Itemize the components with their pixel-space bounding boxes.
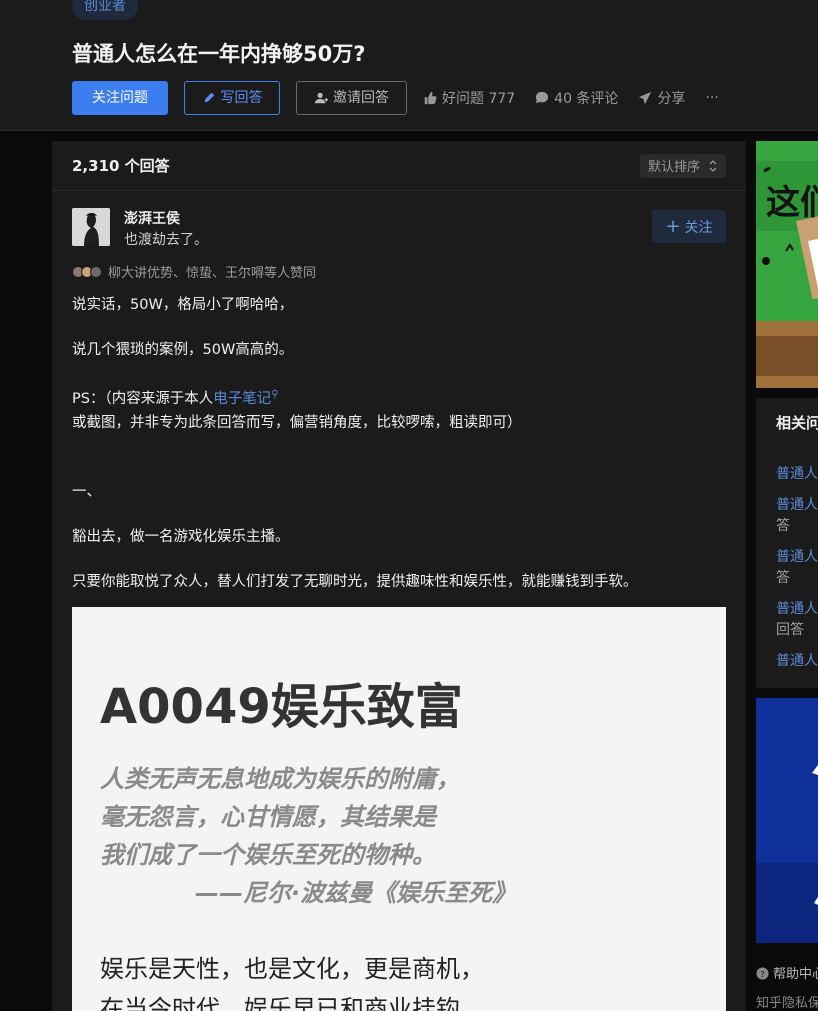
share-label: 分享: [657, 91, 686, 107]
sort-label: 默认排序: [647, 160, 700, 175]
ad-headline: 这们: [766, 183, 818, 223]
related-question-link[interactable]: 普通人 回答: [776, 599, 818, 641]
invite-answer-button[interactable]: 邀请回答: [296, 81, 407, 115]
avatar[interactable]: [72, 208, 110, 246]
voters-row[interactable]: 柳大讲优势、惊蛰、王尔嘚等人赞同: [72, 262, 316, 281]
related-label: 普通人: [776, 497, 818, 513]
related-label: 普通人: [776, 466, 818, 482]
voter-avatars: [72, 265, 102, 278]
write-answer-button[interactable]: 写回答: [184, 81, 280, 115]
question-header: 创业者 普通人怎么在一年内挣够50万? 关注问题 写回答 邀请回答 好问题 77…: [0, 0, 818, 131]
sidebar-ad-banner[interactable]: 这们: [756, 141, 818, 388]
body-line: 在当今时代，娱乐早已和商业挂钩，: [100, 995, 484, 1011]
related-label: 普通人: [776, 601, 818, 617]
quote-line: 人类无声无息地成为娱乐的附庸，: [100, 765, 460, 793]
promo-illustration: [756, 698, 818, 943]
svg-text:?: ?: [760, 969, 764, 979]
answer-author: 澎湃王侯 也渡劫去了。 + 关注: [72, 208, 726, 248]
answer-image[interactable]: A0049娱乐致富 人类无声无息地成为娱乐的附庸， 毫无怨言，心甘情愿，其结果是…: [72, 607, 726, 1011]
paper-plane-icon: [639, 91, 652, 105]
answer-list-header: 2,310 个回答 默认排序: [52, 141, 746, 191]
quote-line: 我们成了一个娱乐至死的物种。: [100, 841, 436, 869]
paragraph: 只要你能取悦了众人，替人们打发了无聊时光，提供趣味性和娱乐性，就能赚钱到手软。: [72, 573, 638, 590]
follow-question-button[interactable]: 关注问题: [72, 81, 168, 115]
invite-user-icon: [314, 92, 328, 104]
related-answer-count: 回答: [776, 622, 804, 638]
answer-count: 2,310 个回答: [72, 157, 170, 175]
plus-icon: +: [665, 215, 681, 237]
related-question-link[interactable]: 普通人: [776, 651, 818, 672]
privacy-link[interactable]: 知乎隐私保: [756, 992, 818, 1011]
paragraph-text: 或截图，并非专为此条回答而写，偏营销角度，比较啰嗦，粗读即可）: [72, 414, 522, 431]
body-line: 娱乐是天性，也是文化，更是商机，: [100, 955, 484, 983]
write-answer-label: 写回答: [220, 90, 263, 106]
author-bio: 也渡劫去了。: [124, 232, 208, 248]
sort-dropdown[interactable]: 默认排序: [639, 153, 726, 178]
quote-line: 毫无怨言，心甘情愿，其结果是: [100, 803, 436, 831]
paragraph: 豁出去，做一名游戏化娱乐主播。: [72, 528, 290, 545]
section-heading: 一、: [72, 483, 101, 500]
pencil-icon: [204, 92, 214, 103]
quote-source: ——尼尔·波兹曼《娱乐至死》: [195, 879, 517, 907]
related-question-link[interactable]: 普通人 答: [776, 547, 818, 589]
related-title: 相关问: [776, 414, 818, 432]
related-label: 普通人: [776, 549, 818, 565]
thumbs-up-icon: [424, 91, 437, 105]
question-circle-icon: ?: [756, 967, 769, 980]
question-action-bar: 关注问题 写回答 邀请回答 好问题 777 40 条评论 分享 ···: [72, 81, 739, 115]
comments-button[interactable]: 40 条评论: [535, 88, 618, 108]
help-center-label: 帮助中心: [773, 967, 818, 982]
author-name[interactable]: 澎湃王侯: [124, 208, 180, 228]
good-question-label: 好问题 777: [442, 91, 516, 107]
answer-content: 说实话，50W，格局小了啊哈哈， 说几个猥琐的案例，50W高高的。 PS：（内容…: [72, 293, 726, 615]
related-question-link[interactable]: 普通人: [776, 464, 818, 485]
voter-avatar: [90, 265, 102, 278]
related-answer-count: 答: [776, 518, 790, 534]
image-quote: 人类无声无息地成为娱乐的附庸， 毫无怨言，心甘情愿，其结果是 我们成了一个娱乐至…: [100, 760, 516, 912]
notes-link[interactable]: 电子笔记: [213, 391, 271, 407]
author-avatar-image: [72, 208, 110, 246]
follow-author-label: 关注: [684, 219, 713, 236]
paragraph: PS：（内容来源于本人电子笔记⚲ 或截图，并非专为此条回答而写，偏营销角度，比较啰…: [72, 383, 726, 435]
related-answer-count: 答: [776, 570, 790, 586]
image-body: 娱乐是天性，也是文化，更是商机， 在当今时代，娱乐早已和商业挂钩，: [100, 949, 484, 1011]
comment-bubble-icon: [536, 91, 549, 104]
sidebar-promo-card[interactable]: [756, 698, 818, 943]
good-question-button[interactable]: 好问题 777: [423, 88, 515, 108]
chevron-up-down-icon: [709, 159, 717, 172]
paragraph: 说实话，50W，格局小了啊哈哈，: [72, 297, 294, 313]
search-icon[interactable]: ⚲: [271, 389, 278, 400]
help-center-link[interactable]: ? 帮助中心: [756, 963, 818, 982]
answer-list: 2,310 个回答 默认排序 澎湃王侯 也渡劫去了。 + 关注 柳大讲优势、惊蛰…: [52, 141, 746, 1011]
paragraph: 说几个猥琐的案例，50W高高的。: [72, 342, 294, 358]
question-title: 普通人怎么在一年内挣够50万?: [72, 42, 366, 66]
more-button[interactable]: ···: [705, 90, 718, 106]
related-question-link[interactable]: 普通人 答: [776, 495, 818, 537]
voters-text: 柳大讲优势、惊蛰、王尔嘚等人赞同: [108, 266, 317, 281]
topic-tag[interactable]: 创业者: [72, 0, 138, 20]
related-label: 普通人: [776, 653, 818, 669]
share-button[interactable]: 分享: [638, 88, 685, 108]
image-title: A0049娱乐致富: [100, 679, 463, 735]
comments-label: 40 条评论: [554, 91, 619, 107]
follow-author-button[interactable]: + 关注: [652, 210, 726, 243]
paragraph-text: PS：（内容来源于本人: [72, 390, 214, 407]
related-questions: 相关问 普通人 普通人 答 普通人 答 普通人 回答 普通人: [756, 398, 818, 688]
invite-answer-label: 邀请回答: [333, 90, 389, 106]
